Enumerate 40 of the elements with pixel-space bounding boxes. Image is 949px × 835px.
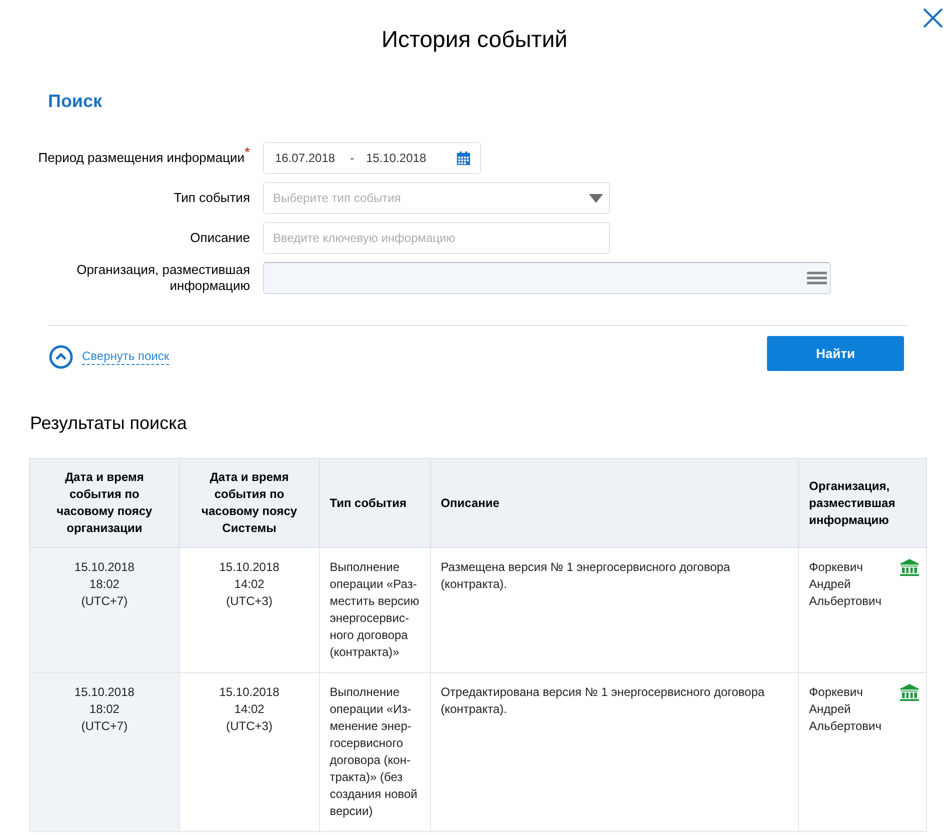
system-time-cell-text: 15.10.2018 14:02 (UTC+3) — [218, 684, 280, 735]
date-range-field[interactable]: 16.07.2018 - 15.10.2018 — [263, 142, 481, 174]
description-cell-text: Отредактирована версия № 1 энергосервисного договора (контракта). — [440, 684, 766, 718]
required-mark: * — [244, 146, 250, 158]
building-icon[interactable] — [900, 559, 919, 576]
org-time-cell-text: 15.10.2018 18:02 (UTC+7) — [73, 684, 136, 735]
search-button[interactable]: Найти — [767, 336, 904, 371]
organization-field[interactable] — [263, 262, 831, 294]
column-header: Описание — [430, 458, 799, 548]
field-label: Организация, разместившая информацию — [76, 262, 250, 294]
column-header: Организация, разместившая информацию — [798, 458, 926, 548]
field-label: Описание — [190, 230, 250, 246]
date-to: 15.10.2018 — [366, 150, 426, 167]
organization-cell: Форкевич Андрей Альбертович — [809, 559, 882, 610]
dropdown-arrow-icon — [589, 194, 603, 202]
dialog-title: История событий — [380, 25, 569, 54]
results-title: Результаты поиска — [30, 412, 188, 435]
section-title: Поиск — [48, 90, 104, 113]
description-input[interactable]: Введите ключевую информацию — [263, 222, 610, 254]
building-icon[interactable] — [900, 684, 919, 701]
collapse-icon[interactable] — [49, 344, 73, 368]
column-header: Дата и время события по часовому поясу организации — [30, 458, 180, 548]
description-cell-text: Размещена версия № 1 энергосервисного договора (контракта). — [440, 559, 732, 593]
event-type-cell-text: Выполнение операции «Из- менение энер- госервисного договора (кон- тракта)» (без создания новой версии) — [330, 684, 418, 820]
system-time-cell-text: 15.10.2018 14:02 (UTC+3) — [218, 559, 280, 610]
field-label: Тип события — [174, 190, 250, 206]
organization-cell: Форкевич Андрей Альбертович — [809, 684, 882, 735]
event-type-cell: Выполнение операции «Раз- местить версию энергосервис- ного договора (контракта)» — [330, 559, 420, 661]
date-separator: - — [350, 150, 354, 167]
close-icon — [921, 6, 945, 30]
collapse-search-link[interactable]: Свернуть поиск — [82, 348, 170, 364]
column-header: Тип события — [319, 458, 430, 548]
calendar-icon[interactable] — [456, 150, 471, 166]
org-time-cell-text: 15.10.2018 18:02 (UTC+7) — [73, 559, 136, 610]
column-header: Дата и время события по часовому поясу Системы — [179, 458, 320, 548]
event-type-select[interactable]: Выберите тип события — [263, 182, 610, 214]
date-from: 16.07.2018 — [275, 150, 336, 167]
close-button[interactable] — [921, 6, 945, 30]
menu-icon[interactable] — [807, 270, 827, 286]
field-label: Период размещения информации — [38, 150, 245, 166]
